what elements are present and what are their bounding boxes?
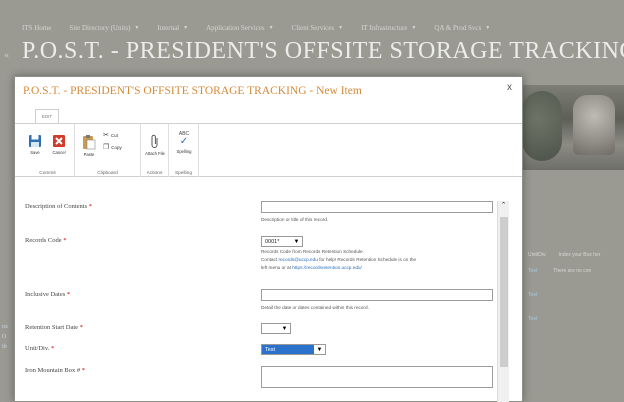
records-retention-link[interactable]: https://recordsretention.uccp.edu/ xyxy=(292,265,362,270)
new-item-dialog: P.O.S.T. - PRESIDENT'S OFFSITE STORAGE T… xyxy=(14,76,523,402)
ribbon-group-label: Spelling xyxy=(174,171,193,176)
nav-item-application-services[interactable]: Application Services ▼ xyxy=(206,24,273,32)
paperclip-icon xyxy=(151,134,158,148)
cancel-icon xyxy=(53,135,65,147)
form-scrollbar[interactable]: ⌃ xyxy=(497,201,509,402)
inclusive-dates-help: Detail the date or dates contained withi… xyxy=(261,305,369,310)
attach-file-button[interactable]: Attach File xyxy=(145,134,165,156)
iron-mountain-box-label: Iron Mountain Box # * xyxy=(25,367,85,374)
unit-div-label: Unit/Div. * xyxy=(25,345,55,352)
description-input[interactable] xyxy=(261,201,493,213)
caret-down-icon: ▼ xyxy=(411,25,417,31)
cut-button[interactable]: ✂ Cut xyxy=(103,131,118,139)
caret-down-icon: ▼ xyxy=(338,25,344,31)
empty-message: There are no con xyxy=(553,268,592,274)
records-code-help: Records Code from Records Retention Sche… xyxy=(261,249,417,270)
left-nav-stubs: ox O ib xyxy=(2,322,8,352)
caret-down-icon: ▼ xyxy=(183,25,189,31)
list-header-index[interactable]: Index your Box her xyxy=(559,252,601,258)
ribbon-group-clipboard: Paste ✂ Cut ❐ Copy Clipboard xyxy=(75,124,141,177)
background-list: Unit/Div. Index your Box her Test There ar… xyxy=(528,252,601,322)
nav-item-qa-prod-svcs[interactable]: QA & Prod Svcs ▼ xyxy=(434,24,490,32)
records-code-label: Records Code * xyxy=(25,237,67,244)
iron-mountain-box-input[interactable] xyxy=(261,366,493,388)
paste-button[interactable]: Paste xyxy=(79,134,99,157)
site-title: P.O.S.T. - PRESIDENT'S OFFSITE STORAGE T… xyxy=(22,38,624,64)
tree-image xyxy=(522,91,562,161)
left-nav-stub[interactable]: ox xyxy=(2,322,8,332)
ribbon-group-actions: Attach File Actions xyxy=(141,124,169,177)
inclusive-dates-label: Inclusive Dates * xyxy=(25,291,71,298)
chevron-up-icon[interactable]: ⌃ xyxy=(498,201,509,212)
nav-item-client-services[interactable]: Client Services ▼ xyxy=(292,24,344,32)
paste-icon xyxy=(83,135,96,150)
ribbon: Save Cancel Commit Paste ✂ Cut ❐ Copy Cl… xyxy=(15,123,522,177)
spellcheck-icon: ABC ✓ xyxy=(178,131,190,147)
copy-button[interactable]: ❐ Copy xyxy=(103,143,122,151)
list-item[interactable]: Test xyxy=(528,268,537,274)
spelling-button[interactable]: ABC ✓ Spelling xyxy=(174,131,194,154)
ribbon-group-label: Commit xyxy=(39,171,56,176)
chevron-down-icon: ▼ xyxy=(293,238,300,245)
caret-down-icon: ▼ xyxy=(268,25,274,31)
chevron-down-icon: ▼ xyxy=(281,325,288,332)
nav-item-it-infrastructure[interactable]: IT Infrastructure ▼ xyxy=(361,24,416,32)
records-email-link[interactable]: records@uccp.edu xyxy=(278,257,317,262)
nav-item-site-directory[interactable]: Site Directory (Units) ▼ xyxy=(69,24,139,32)
list-header-unit[interactable]: Unit/Div. xyxy=(528,252,547,258)
caret-down-icon: ▼ xyxy=(485,25,491,31)
ribbon-group-spelling: ABC ✓ Spelling Spelling xyxy=(169,124,199,177)
header-photo xyxy=(518,85,624,170)
top-navigation: ITS Home Site Directory (Units) ▼ Interna… xyxy=(22,24,490,32)
inclusive-dates-input[interactable] xyxy=(261,289,493,301)
left-arrow-icon[interactable]: « xyxy=(4,50,9,61)
dialog-title: P.O.S.T. - PRESIDENT'S OFFSITE STORAGE T… xyxy=(23,85,362,97)
description-label: Description of Contents * xyxy=(25,203,92,210)
copy-icon: ❐ xyxy=(103,144,110,151)
chevron-down-icon: ▼ xyxy=(314,345,325,354)
cancel-button[interactable]: Cancel xyxy=(49,134,69,155)
retention-start-date-label: Retention Start Date * xyxy=(25,324,83,331)
scrollbar-thumb[interactable] xyxy=(500,217,508,367)
list-item[interactable]: Test xyxy=(528,316,601,322)
description-help: Description or title of this record. xyxy=(261,217,329,222)
ribbon-group-label: Clipboard xyxy=(97,171,118,176)
nav-item-internal[interactable]: Internal ▼ xyxy=(157,24,188,32)
close-icon[interactable]: x xyxy=(507,82,512,93)
unit-div-select[interactable]: Test ▼ xyxy=(261,344,326,355)
caret-down-icon: ▼ xyxy=(134,25,140,31)
statue-image xyxy=(573,95,615,155)
records-code-select[interactable]: 0001* ▼ xyxy=(261,236,303,247)
nav-item-its-home[interactable]: ITS Home xyxy=(22,24,51,32)
retention-start-date-select[interactable]: ▼ xyxy=(261,323,291,334)
ribbon-group-label: Actions xyxy=(146,171,163,176)
list-item[interactable]: Test xyxy=(528,292,601,298)
save-icon xyxy=(29,135,41,147)
tab-edit[interactable]: EDIT xyxy=(35,109,59,123)
ribbon-group-commit: Save Cancel Commit xyxy=(21,124,75,177)
save-button[interactable]: Save xyxy=(25,134,45,155)
new-item-form: Description of Contents * Description or… xyxy=(15,197,522,402)
left-nav-stub[interactable]: ib xyxy=(2,342,8,352)
scissors-icon: ✂ xyxy=(103,132,109,139)
left-nav-stub[interactable]: O xyxy=(2,332,8,342)
